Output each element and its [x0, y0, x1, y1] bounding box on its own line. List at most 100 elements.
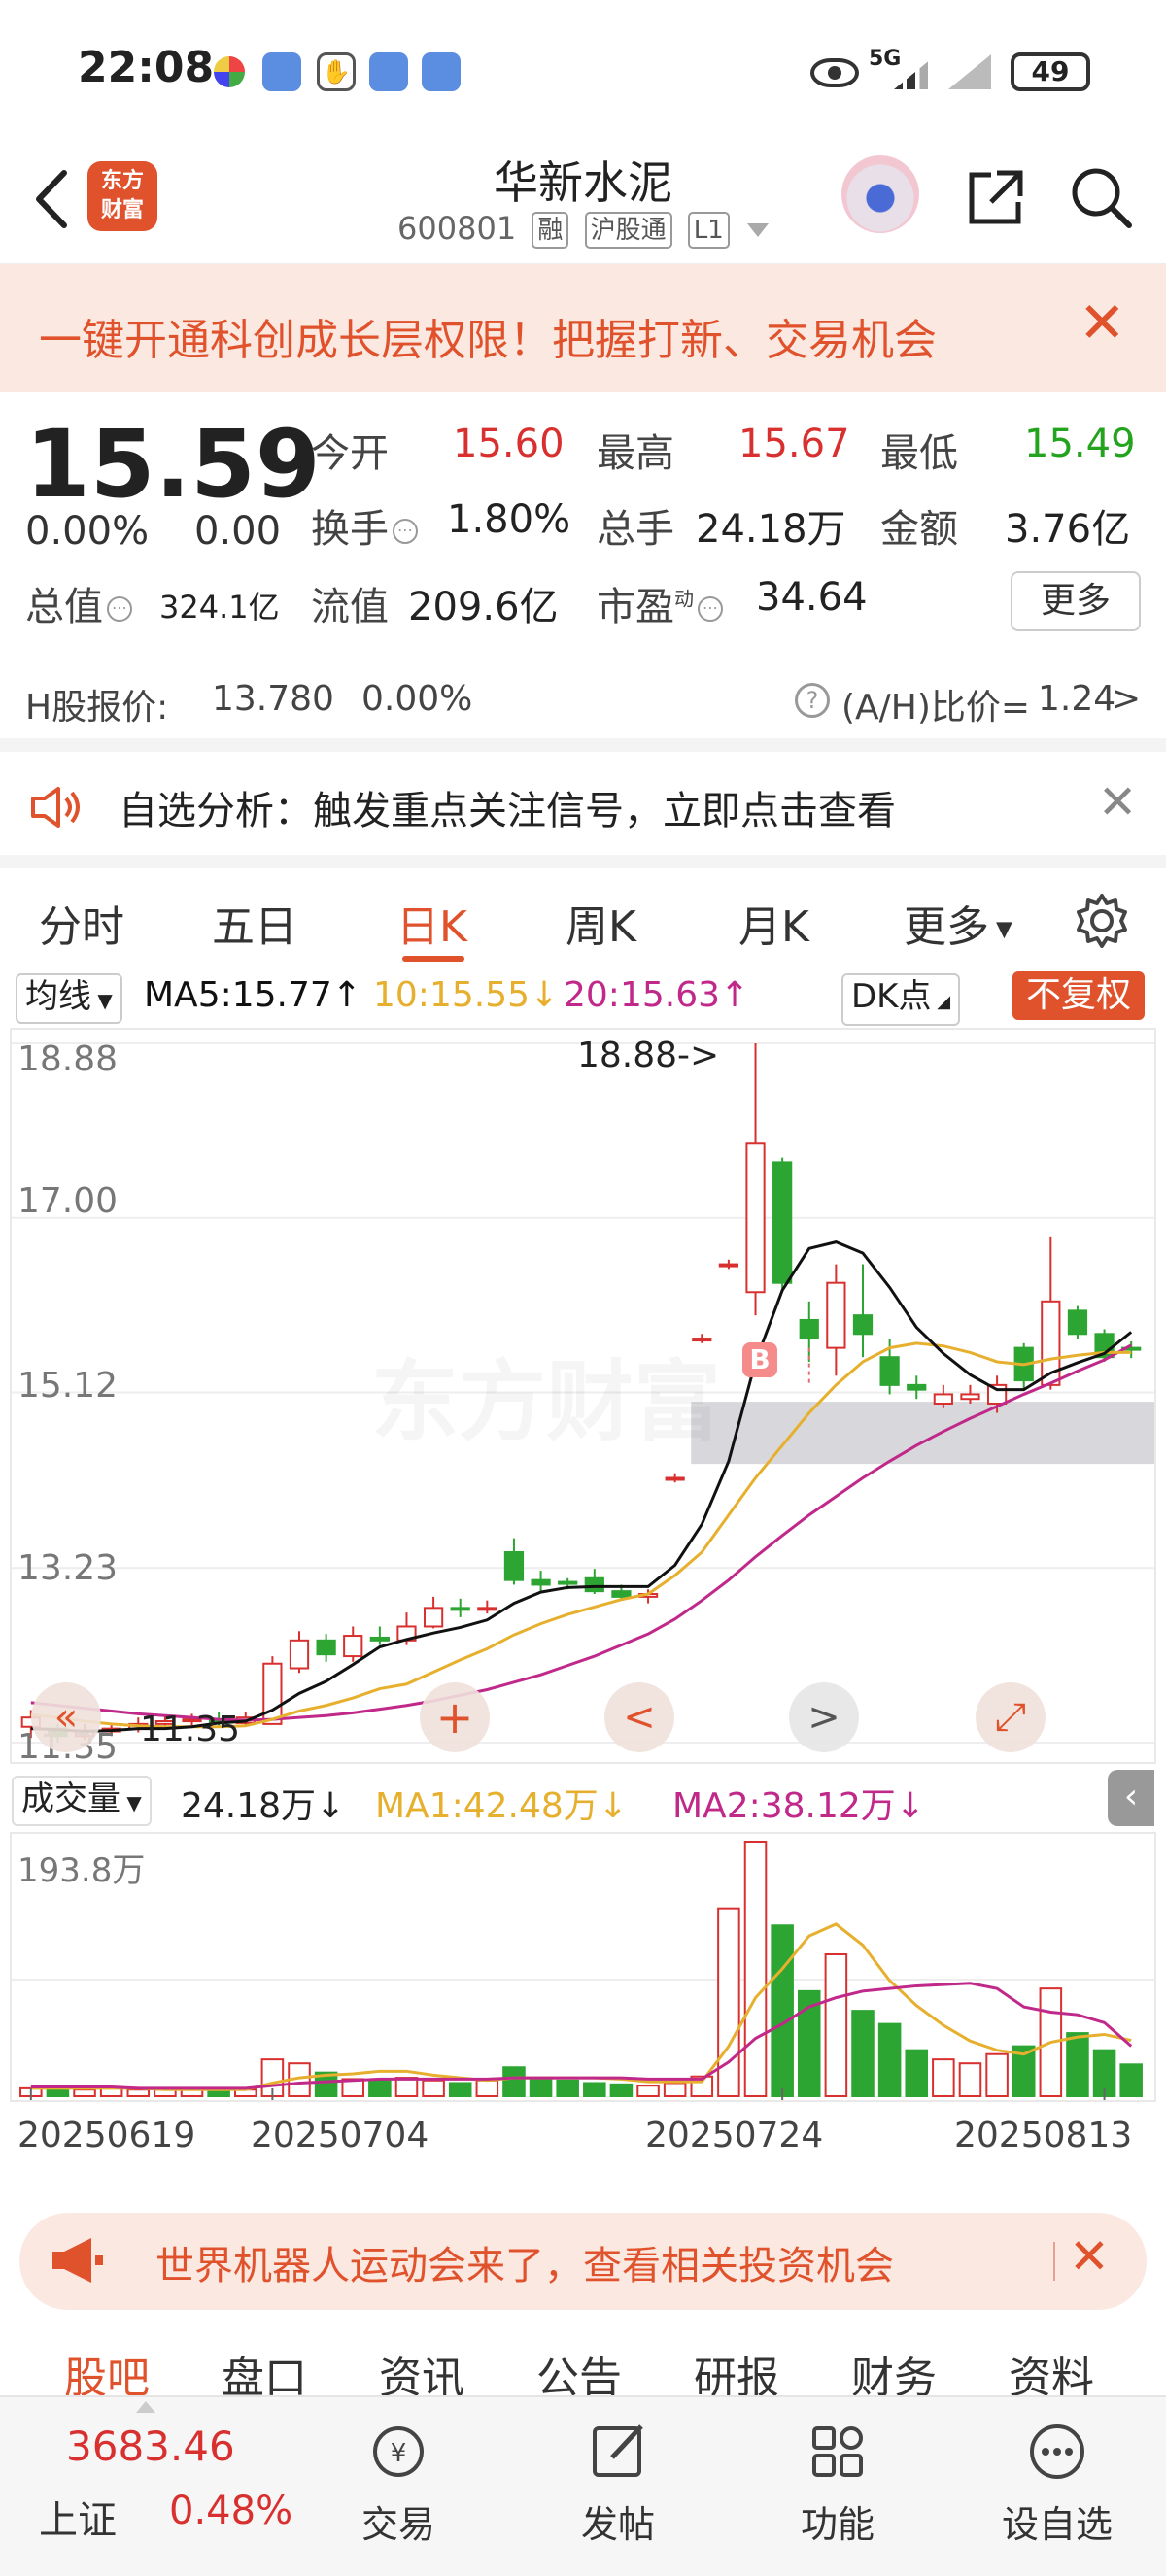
add-watchlist-icon[interactable]: [1026, 2421, 1088, 2483]
tab-weekly-k[interactable]: 周K: [566, 892, 636, 954]
tab-news[interactable]: 资讯: [379, 2343, 464, 2399]
volume-svg: [12, 1841, 1154, 2100]
open-value: 15.60: [453, 422, 565, 466]
max-price-label: 18.88->: [577, 1035, 720, 1075]
chart-period-tabs: 分时 五日 日K 周K 月K 更多 ▼: [0, 855, 1166, 962]
candle-body: [450, 1607, 470, 1611]
candle-body: [826, 1281, 846, 1349]
kline-chart[interactable]: 东方财富 18.88 17.00 15.12 13.23 11.35 18.88…: [10, 1028, 1156, 1767]
ma-selector[interactable]: 均线 ▼: [16, 973, 122, 1024]
ma5-line: [30, 1240, 1133, 1734]
gear-icon[interactable]: [1073, 892, 1131, 950]
tab-more[interactable]: 更多 ▼: [904, 892, 1012, 954]
volume-bar: [743, 1841, 768, 2097]
robot-assistant-icon[interactable]: [841, 155, 919, 233]
candle-body: [611, 1590, 632, 1598]
post-icon[interactable]: [587, 2421, 649, 2483]
candle-body: [879, 1356, 900, 1386]
info-icon[interactable]: ⋯: [107, 596, 132, 622]
volume-legend-row: 成交量 ▼ 24.18万↓ MA1:42.48万↓ MA2:38.12万↓ ‹: [0, 1766, 1166, 1832]
zoom-in-button[interactable]: +: [420, 1682, 490, 1752]
caret-down-icon: ▼: [989, 917, 1012, 942]
high-label: 最高: [597, 431, 674, 476]
tab-profile[interactable]: 资料: [1009, 2343, 1094, 2399]
volume-selector[interactable]: 成交量 ▼: [12, 1776, 152, 1826]
volume-bar: [1066, 2032, 1089, 2097]
candle-body: [343, 1635, 363, 1658]
candle-body: [960, 1393, 980, 1401]
volume-current: 24.18万↓: [181, 1786, 346, 1826]
app-icon: [422, 52, 461, 91]
h-share-row[interactable]: H股报价: 13.780 0.00% ? (A/H)比价= 1.24 >: [0, 661, 1166, 734]
index-ticker[interactable]: 3683.46 上证 0.48%: [0, 2397, 321, 2576]
index-pct: 0.48%: [169, 2489, 293, 2533]
volume-bar: [851, 2010, 874, 2097]
promo-banner[interactable]: 一键开通科创成长层权限！把握打新、交易机会 ✕: [0, 264, 1166, 392]
volume-bar: [448, 2082, 472, 2097]
ah-ratio-value: 1.24: [1038, 679, 1116, 719]
chevron-down-icon[interactable]: [746, 223, 769, 237]
adjustment-button[interactable]: 不复权: [1012, 971, 1146, 1020]
close-icon[interactable]: ✕: [1079, 289, 1126, 356]
volume-bar: [73, 2088, 96, 2097]
turnover-label: 换手 ⋯: [311, 497, 422, 554]
buy-signal-badge[interactable]: B: [742, 1342, 777, 1377]
candle-body: [316, 1639, 336, 1656]
analysis-banner[interactable]: 自选分析：触发重点关注信号，立即点击查看 ✕: [0, 738, 1166, 855]
volume-bar: [877, 2022, 902, 2097]
nav-functions[interactable]: 功能: [760, 2494, 915, 2548]
fullscreen-button[interactable]: ⤢: [976, 1682, 1046, 1752]
chevron-right-icon[interactable]: >: [1112, 679, 1141, 719]
nav-post[interactable]: 发帖: [540, 2494, 696, 2548]
volume-bar: [609, 2083, 634, 2098]
zoom-out-button[interactable]: «: [31, 1682, 101, 1752]
arrow-up-icon: [136, 2401, 155, 2413]
volume-bar: [502, 2066, 526, 2097]
candle-body: [558, 1580, 578, 1585]
info-icon[interactable]: ⋯: [393, 519, 418, 544]
high-value: 15.67: [738, 422, 850, 466]
tab-intraday[interactable]: 分时: [39, 892, 124, 954]
tab-research[interactable]: 研报: [694, 2343, 779, 2399]
index-value: 3683.46: [66, 2423, 235, 2470]
scroll-right-button[interactable]: >: [789, 1682, 859, 1752]
share-icon[interactable]: [962, 163, 1030, 231]
tab-financials[interactable]: 财务: [851, 2343, 937, 2399]
index-name: 上证: [39, 2498, 117, 2543]
tab-forum[interactable]: 股吧: [64, 2343, 150, 2399]
app-icon: [369, 52, 408, 91]
scroll-left-button[interactable]: <: [604, 1682, 674, 1752]
close-icon[interactable]: ✕: [1069, 2228, 1110, 2285]
trade-icon[interactable]: ¥: [367, 2421, 429, 2483]
event-banner[interactable]: 世界机器人运动会来了，查看相关投资机会 ✕: [19, 2213, 1147, 2310]
nav-add-watchlist[interactable]: 设自选: [979, 2494, 1135, 2548]
candle-body: [799, 1318, 819, 1340]
tab-monthly-k[interactable]: 月K: [738, 892, 809, 954]
help-icon[interactable]: ?: [795, 683, 830, 718]
dk-point-selector[interactable]: DK点 ◢: [841, 973, 961, 1026]
volume-chart[interactable]: 193.8万: [10, 1832, 1156, 2102]
apps-icon[interactable]: [806, 2421, 869, 2483]
tab-announcements[interactable]: 公告: [536, 2343, 622, 2399]
collapse-panel-button[interactable]: ‹: [1108, 1770, 1154, 1826]
event-banner-text: 世界机器人运动会来了，查看相关投资机会: [155, 2244, 894, 2288]
tab-five-day[interactable]: 五日: [212, 892, 297, 954]
candle-body: [289, 1639, 310, 1670]
level-tag: L1: [687, 212, 730, 249]
ma20-label: 20:15.63↑: [564, 975, 750, 1015]
y-tick-4: 13.23: [17, 1548, 119, 1588]
volume-bar: [985, 2052, 1009, 2097]
tab-daily-k[interactable]: 日K: [396, 892, 467, 954]
more-button[interactable]: 更多: [1011, 571, 1141, 631]
search-icon[interactable]: [1067, 163, 1135, 231]
amount-value: 3.76亿: [1005, 507, 1131, 552]
close-icon[interactable]: ✕: [1098, 775, 1137, 830]
network-label: 5G: [869, 47, 902, 71]
last-price: 15.59: [25, 410, 321, 519]
info-icon[interactable]: ⋯: [698, 596, 723, 622]
connect-tag: 沪股通: [584, 212, 672, 249]
quote-panel: 15.59 0.00% 0.00 今开 15.60 最高 15.67 最低 15…: [0, 392, 1166, 645]
pe-superscript: 动: [674, 587, 694, 611]
nav-trade[interactable]: 交易: [321, 2494, 476, 2548]
tab-orderbook[interactable]: 盘口: [222, 2343, 307, 2399]
